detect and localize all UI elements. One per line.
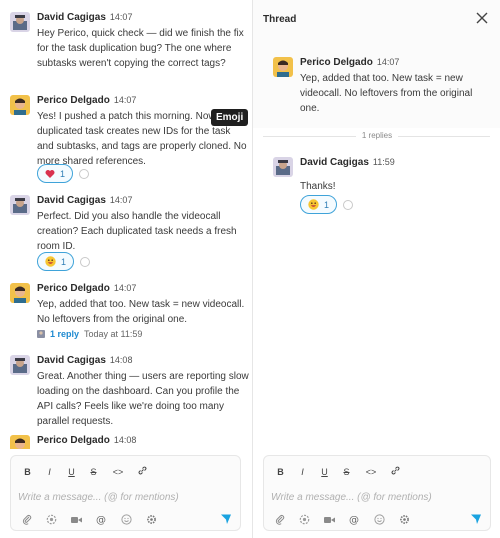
thread-panel: Thread Perico Delgado 14:07 Yep, added th…	[252, 0, 500, 538]
thread-reply-summary: 1 reply Today at 11:59	[37, 329, 142, 339]
code-button[interactable]: <>	[111, 467, 125, 477]
message-text: Yep, added that too. New task = new vide…	[37, 299, 245, 325]
underline-button[interactable]: U	[320, 467, 329, 477]
message-time: 14:07	[376, 57, 400, 67]
reaction-pill[interactable]: 1	[37, 164, 74, 183]
link-icon[interactable]	[138, 466, 147, 477]
message: David Cagigas 14:07 Hey Perico, quick che…	[10, 12, 246, 82]
message-composer: B I U S <> Write a message... (@ for men…	[10, 455, 241, 531]
message-input[interactable]: Write a message... (@ for mentions)	[271, 492, 432, 503]
message-author[interactable]: David Cagigas	[37, 355, 106, 366]
italic-button[interactable]: I	[298, 467, 307, 477]
gear-icon[interactable]	[146, 514, 157, 525]
reaction-pill[interactable]: 1	[300, 195, 338, 214]
avatar[interactable]	[273, 57, 293, 77]
message: Perico Delgado 14:08	[10, 435, 246, 449]
message-time: 14:08	[113, 435, 137, 445]
reaction-count: 1	[61, 256, 67, 267]
thread-reply-time: Today at 11:59	[84, 329, 143, 339]
avatar[interactable]	[10, 355, 30, 375]
avatar[interactable]	[10, 95, 30, 115]
message-time: 14:07	[109, 12, 133, 22]
underline-button[interactable]: U	[67, 467, 76, 477]
message: Perico Delgado 14:07 Yes! I pushed a patc…	[10, 95, 247, 185]
message-time: 14:07	[113, 95, 137, 105]
composer-tools: @	[274, 514, 410, 525]
message-author[interactable]: David Cagigas	[300, 157, 369, 168]
thread-parent-message: Perico Delgado 14:07 Yep, added that too.…	[273, 57, 493, 117]
message-time: 14:08	[109, 355, 133, 365]
avatar[interactable]	[10, 12, 30, 32]
message-input[interactable]: Write a message... (@ for mentions)	[18, 492, 179, 503]
send-icon[interactable]	[470, 513, 482, 525]
avatar[interactable]	[10, 283, 30, 303]
reply-avatar-icon	[37, 330, 45, 338]
video-camera-icon[interactable]	[71, 514, 82, 525]
mention-icon[interactable]: @	[96, 514, 107, 525]
add-reaction-icon[interactable]	[79, 168, 90, 179]
emoji-icon[interactable]	[374, 514, 385, 525]
composer-tools: @	[21, 514, 157, 525]
message-text: Hey Perico, quick check — did we finish …	[37, 28, 244, 69]
settings-gear-icon[interactable]	[299, 514, 310, 525]
format-toolbar: B I U S <>	[23, 466, 147, 477]
message-author[interactable]: David Cagigas	[37, 12, 106, 23]
message: David Cagigas 14:07 Perfect. Did you also…	[10, 195, 246, 271]
thread-reply-link[interactable]: 1 reply	[50, 329, 79, 339]
grin-emoji-icon	[308, 199, 319, 210]
mention-icon[interactable]: @	[349, 514, 360, 525]
send-icon[interactable]	[220, 513, 232, 525]
message-text: Thanks!	[300, 181, 336, 192]
avatar[interactable]	[10, 435, 30, 449]
attachment-icon[interactable]	[274, 514, 285, 525]
thread-composer: B I U S <> Write a message... (@ for men…	[263, 455, 491, 531]
replies-count: 1 replies	[355, 131, 399, 140]
message-time: 11:59	[372, 157, 395, 167]
italic-button[interactable]: I	[45, 467, 54, 477]
avatar[interactable]	[273, 157, 293, 177]
attachment-icon[interactable]	[21, 514, 32, 525]
emoji-icon[interactable]	[121, 514, 132, 525]
message-author[interactable]: David Cagigas	[37, 195, 106, 206]
message-author[interactable]: Perico Delgado	[37, 283, 110, 294]
reaction-row: 1	[300, 195, 354, 214]
reaction-row: 1	[37, 164, 90, 183]
message-text: Great. Another thing — users are reporti…	[37, 371, 249, 427]
code-button[interactable]: <>	[364, 467, 378, 477]
bold-button[interactable]: B	[276, 467, 285, 477]
message-author[interactable]: Perico Delgado	[37, 435, 110, 446]
strikethrough-button[interactable]: S	[342, 467, 351, 477]
svg-text:@: @	[349, 515, 359, 525]
grin-emoji-icon	[45, 256, 56, 267]
message: David Cagigas 14:08 Great. Another thing …	[10, 355, 249, 427]
reaction-pill[interactable]: 1	[37, 252, 75, 271]
heart-icon	[45, 170, 55, 178]
close-icon[interactable]	[474, 10, 490, 26]
settings-gear-icon[interactable]	[46, 514, 57, 525]
strikethrough-button[interactable]: S	[89, 467, 98, 477]
add-reaction-icon[interactable]	[80, 256, 91, 267]
reaction-row: 1	[37, 252, 91, 271]
emoji-tooltip: Emoji	[211, 109, 249, 126]
reaction-count: 1	[60, 168, 66, 179]
video-camera-icon[interactable]	[324, 514, 335, 525]
chat-pane: David Cagigas 14:07 Hey Perico, quick che…	[0, 0, 252, 538]
message: Perico Delgado 14:07 Yep, added that too.…	[10, 283, 246, 343]
link-icon[interactable]	[391, 466, 400, 477]
thread-title: Thread	[263, 14, 297, 25]
message-time: 14:07	[113, 283, 137, 293]
thread-reply-message: David Cagigas 11:59 Thanks! 1	[273, 157, 493, 217]
message-author[interactable]: Perico Delgado	[300, 57, 373, 68]
message-time: 14:07	[109, 195, 133, 205]
avatar[interactable]	[10, 195, 30, 215]
message-text: Perfect. Did you also handle the videoca…	[37, 211, 237, 252]
message-author[interactable]: Perico Delgado	[37, 95, 110, 106]
format-toolbar: B I U S <>	[276, 466, 400, 477]
add-reaction-icon[interactable]	[343, 199, 354, 210]
message-text: Yep, added that too. New task = new vide…	[300, 73, 473, 114]
reaction-count: 1	[324, 199, 330, 210]
svg-text:@: @	[96, 515, 106, 525]
bold-button[interactable]: B	[23, 467, 32, 477]
gear-icon[interactable]	[399, 514, 410, 525]
